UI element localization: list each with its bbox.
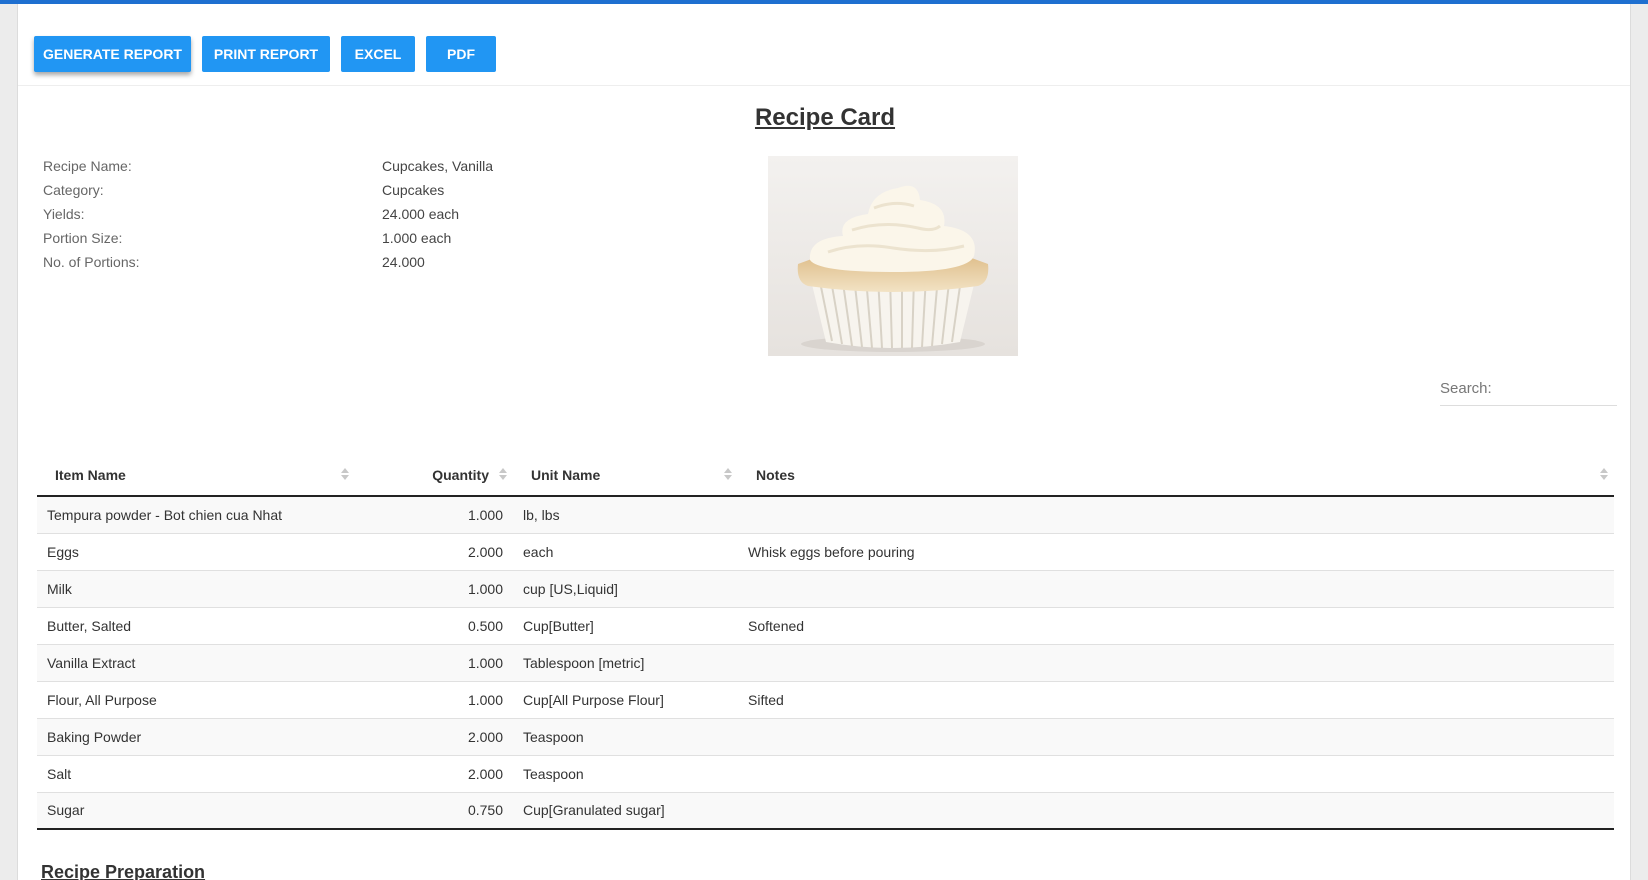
sort-icon (341, 468, 349, 482)
item-name-cell: Tempura powder - Bot chien cua Nhat (37, 496, 355, 534)
table-row: Baking Powder 2.000 Teaspoon (37, 718, 1614, 756)
pdf-button[interactable]: PDF (426, 36, 496, 72)
column-quantity[interactable]: Quantity (355, 454, 513, 497)
quantity-cell: 1.000 (355, 644, 513, 682)
item-name-cell: Eggs (37, 533, 355, 571)
quantity-cell: 0.500 (355, 607, 513, 645)
table-row: Vanilla Extract 1.000 Tablespoon [metric… (37, 644, 1614, 682)
report-panel: GENERATE REPORT PRINT REPORT EXCEL PDF R… (17, 4, 1631, 880)
quantity-cell: 0.750 (355, 792, 513, 830)
table-row: Sugar 0.750 Cup[Granulated sugar] (37, 792, 1614, 830)
unit-name-cell: Cup[All Purpose Flour] (513, 681, 738, 719)
notes-cell: Softened (738, 607, 1614, 645)
excel-button[interactable]: EXCEL (341, 36, 415, 72)
notes-cell: Whisk eggs before pouring (738, 533, 1614, 571)
unit-name-cell: Cup[Granulated sugar] (513, 792, 738, 830)
cupcake-photo (768, 156, 1018, 356)
portion-size-label: Portion Size: (43, 230, 123, 246)
notes-cell (738, 496, 1614, 534)
ingredients-table: Item Name Quantity Unit Name Notes Tempu… (37, 454, 1614, 830)
portion-size-value: 1.000 each (382, 230, 452, 246)
quantity-cell: 2.000 (355, 718, 513, 756)
yields-value: 24.000 each (382, 206, 460, 222)
column-item-name[interactable]: Item Name (37, 454, 355, 497)
recipe-name-value: Cupcakes, Vanilla (382, 158, 494, 174)
category-value: Cupcakes (382, 182, 445, 198)
unit-name-cell: lb, lbs (513, 496, 738, 534)
unit-name-cell: Teaspoon (513, 718, 738, 756)
table-row: Milk 1.000 cup [US,Liquid] (37, 570, 1614, 608)
column-item-name-label: Item Name (55, 466, 126, 483)
item-name-cell: Baking Powder (37, 718, 355, 756)
item-name-cell: Vanilla Extract (37, 644, 355, 682)
cupcake-image-icon (768, 156, 1018, 356)
unit-name-cell: cup [US,Liquid] (513, 570, 738, 608)
table-row: Eggs 2.000 each Whisk eggs before pourin… (37, 533, 1614, 571)
yields-label: Yields: (43, 206, 85, 222)
notes-cell (738, 755, 1614, 793)
portions-value: 24.000 (382, 254, 425, 270)
unit-name-cell: Tablespoon [metric] (513, 644, 738, 682)
column-unit-name-label: Unit Name (531, 466, 601, 483)
table-header-row: Item Name Quantity Unit Name Notes (37, 454, 1614, 497)
unit-name-cell: Teaspoon (513, 755, 738, 793)
category-label: Category: (43, 182, 104, 198)
notes-cell (738, 570, 1614, 608)
item-name-cell: Butter, Salted (37, 607, 355, 645)
report-toolbar: GENERATE REPORT PRINT REPORT EXCEL PDF (18, 4, 1630, 86)
table-row: Salt 2.000 Teaspoon (37, 755, 1614, 793)
portions-label: No. of Portions: (43, 254, 140, 270)
column-quantity-label: Quantity (432, 466, 489, 483)
quantity-cell: 2.000 (355, 533, 513, 571)
column-notes-label: Notes (756, 466, 795, 483)
notes-cell (738, 792, 1614, 830)
column-unit-name[interactable]: Unit Name (513, 454, 738, 497)
unit-name-cell: each (513, 533, 738, 571)
sort-icon (724, 468, 732, 482)
item-name-cell: Milk (37, 570, 355, 608)
table-row: Butter, Salted 0.500 Cup[Butter] Softene… (37, 607, 1614, 645)
notes-cell (738, 718, 1614, 756)
quantity-cell: 1.000 (355, 681, 513, 719)
sort-icon (499, 468, 507, 482)
item-name-cell: Salt (37, 755, 355, 793)
page-title: Recipe Card (754, 104, 896, 131)
sort-icon (1600, 468, 1608, 482)
search-label: Search: (1440, 380, 1492, 397)
quantity-cell: 2.000 (355, 755, 513, 793)
table-row: Tempura powder - Bot chien cua Nhat 1.00… (37, 496, 1614, 534)
notes-cell: Sifted (738, 681, 1614, 719)
quantity-cell: 1.000 (355, 570, 513, 608)
table-row: Flour, All Purpose 1.000 Cup[All Purpose… (37, 681, 1614, 719)
column-notes[interactable]: Notes (738, 454, 1614, 497)
item-name-cell: Flour, All Purpose (37, 681, 355, 719)
print-report-button[interactable]: PRINT REPORT (202, 36, 330, 72)
unit-name-cell: Cup[Butter] (513, 607, 738, 645)
notes-cell (738, 644, 1614, 682)
item-name-cell: Sugar (37, 792, 355, 830)
recipe-name-label: Recipe Name: (43, 158, 132, 174)
generate-report-button[interactable]: GENERATE REPORT (34, 36, 191, 72)
quantity-cell: 1.000 (355, 496, 513, 534)
recipe-preparation-heading: Recipe Preparation (41, 862, 206, 880)
